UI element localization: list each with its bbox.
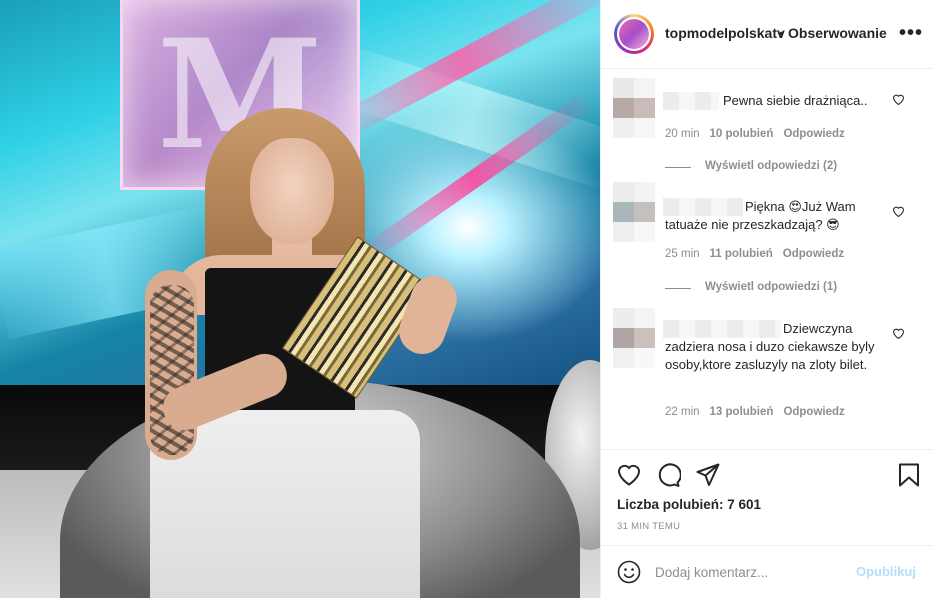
- comment-heart-icon[interactable]: [892, 205, 905, 220]
- replies-divider: [665, 167, 691, 168]
- post-header: topmodelpolskatv • Obserwowanie •••: [601, 0, 933, 69]
- commenter-avatar-blurred[interactable]: [613, 182, 655, 242]
- heart-icon[interactable]: [616, 462, 642, 488]
- reply-button[interactable]: Odpowiedz: [783, 248, 844, 260]
- share-icon[interactable]: [695, 462, 721, 488]
- comment-text: Piękna 😍Już Wam tatuaże nie przeszkadzaj…: [665, 199, 856, 232]
- post-side-panel: topmodelpolskatv • Obserwowanie ••• Pewn…: [600, 0, 933, 598]
- commenter-avatar-blurred[interactable]: [613, 308, 655, 368]
- comment-likes[interactable]: 11 polubień: [710, 248, 773, 260]
- publish-button[interactable]: Opublikuj: [856, 564, 916, 579]
- replies-divider: [665, 288, 691, 289]
- view-replies-button[interactable]: Wyświetl odpowiedzi (1): [705, 281, 837, 293]
- comments-list[interactable]: Pewna siebie drażniąca.. 20 min 10 polubi…: [601, 70, 933, 448]
- comment-heart-icon[interactable]: [892, 327, 905, 342]
- comment-meta: 22 min 13 polubień Odpowiedz: [665, 406, 845, 418]
- view-replies-button[interactable]: Wyświetl odpowiedzi (2): [705, 160, 837, 172]
- comment-time[interactable]: 25 min: [665, 248, 700, 260]
- reply-button[interactable]: Odpowiedz: [783, 128, 844, 140]
- comment-meta: 25 min 11 polubień Odpowiedz: [665, 248, 844, 260]
- post-actions: Liczba polubień: 7 601 31 MIN TEMU: [601, 449, 933, 545]
- reply-button[interactable]: Odpowiedz: [783, 406, 844, 418]
- comment-input[interactable]: [655, 560, 855, 584]
- username-link[interactable]: topmodelpolskatv: [665, 25, 785, 41]
- comment-time[interactable]: 22 min: [665, 406, 700, 418]
- add-comment-bar: Opublikuj: [601, 545, 933, 598]
- avatar[interactable]: [617, 17, 651, 51]
- comment-likes[interactable]: 13 polubień: [710, 406, 774, 418]
- bookmark-icon[interactable]: [896, 462, 922, 488]
- comment-icon[interactable]: [655, 462, 682, 488]
- comment-heart-icon[interactable]: [892, 93, 905, 108]
- separator-dot: •: [779, 25, 784, 41]
- commenter-name-blurred[interactable]: [663, 92, 719, 110]
- more-icon[interactable]: •••: [899, 22, 923, 45]
- following-button[interactable]: Obserwowanie: [788, 25, 887, 41]
- comment-meta: 20 min 10 polubień Odpowiedz: [665, 128, 845, 140]
- comment-likes[interactable]: 10 polubień: [710, 128, 774, 140]
- post-timestamp[interactable]: 31 MIN TEMU: [617, 521, 680, 532]
- commenter-avatar-blurred[interactable]: [613, 78, 655, 138]
- likes-count[interactable]: Liczba polubień: 7 601: [617, 497, 761, 512]
- comment-text: Pewna siebie drażniąca..: [723, 93, 868, 108]
- post-photo[interactable]: M: [0, 0, 600, 598]
- emoji-icon[interactable]: [617, 560, 641, 584]
- comment-time[interactable]: 20 min: [665, 128, 700, 140]
- model-face: [250, 138, 334, 244]
- comment-text: Dziewczyna zadziera nosa i duzo ciekawsz…: [665, 321, 875, 372]
